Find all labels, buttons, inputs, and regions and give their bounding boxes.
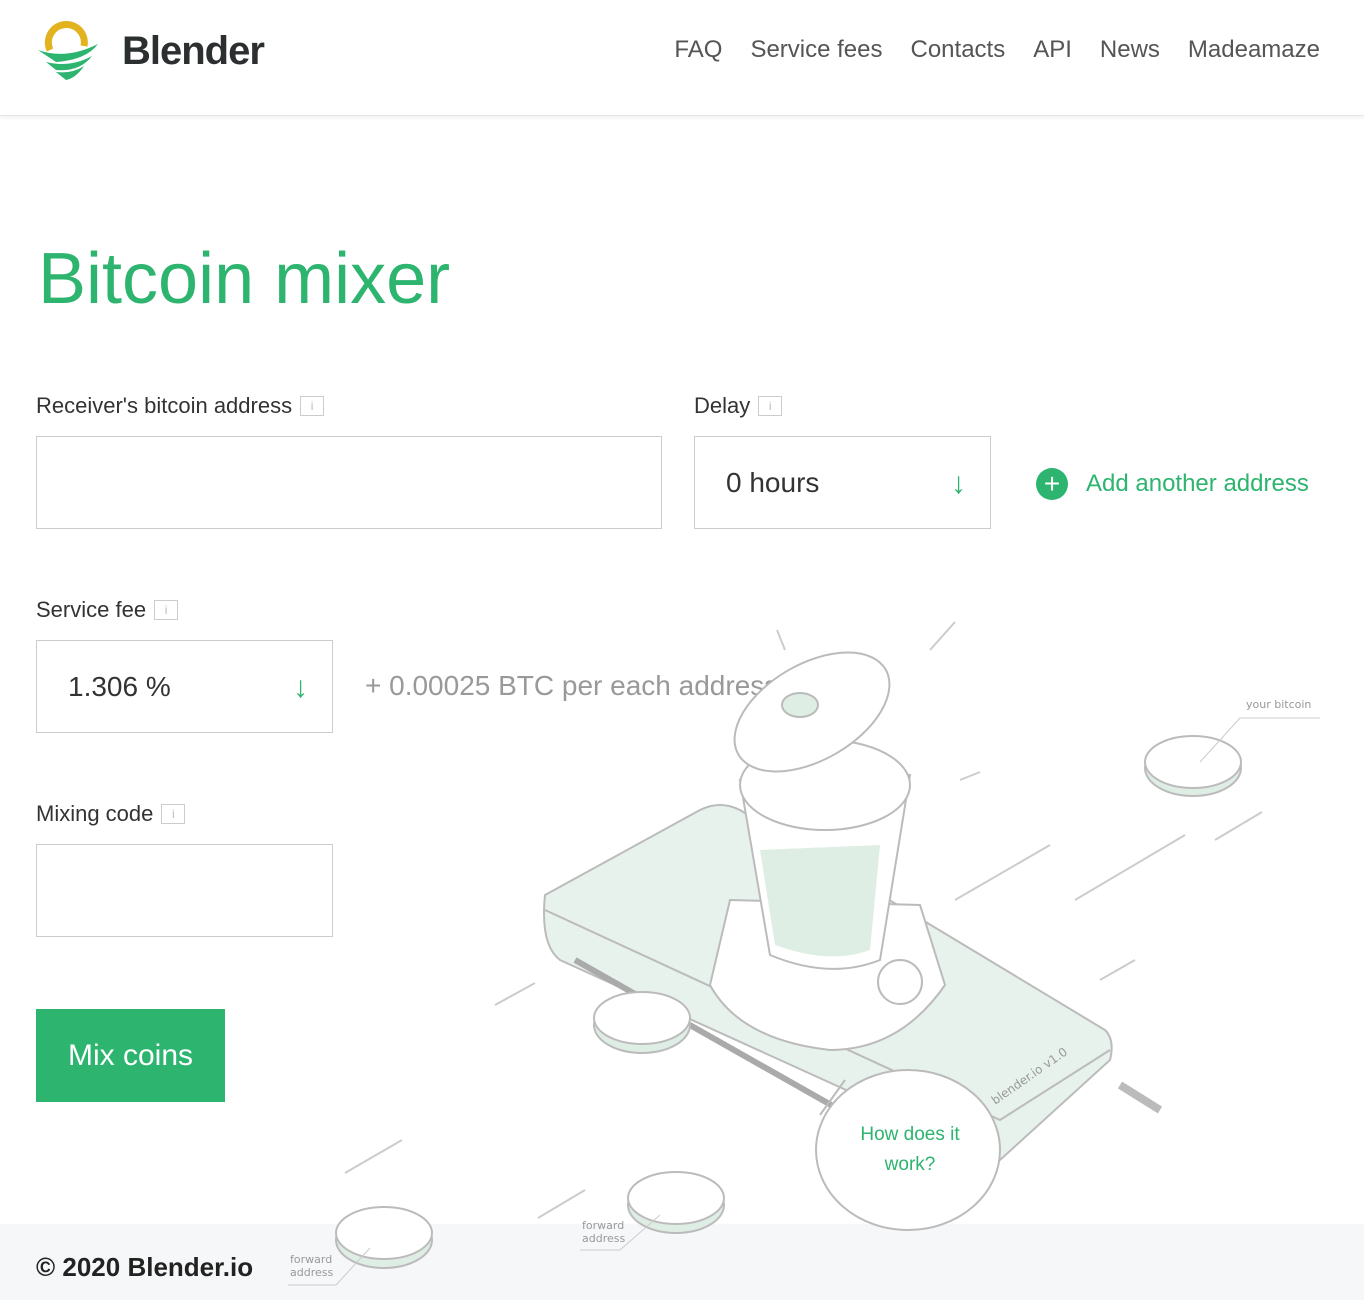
plus-circle-icon: + bbox=[1036, 468, 1068, 500]
main-nav: FAQ Service fees Contacts API News Madea… bbox=[674, 36, 1320, 64]
page-title: Bitcoin mixer bbox=[38, 239, 451, 319]
footer: © 2020 Blender.io bbox=[0, 1224, 1364, 1300]
mixing-code-input[interactable] bbox=[36, 844, 333, 937]
receiver-address-input[interactable] bbox=[36, 436, 662, 529]
fee-select[interactable]: 1.306 % ↓ bbox=[36, 640, 333, 733]
fee-value: 1.306 % bbox=[68, 670, 171, 702]
info-icon[interactable]: i bbox=[161, 804, 186, 824]
nav-news[interactable]: News bbox=[1100, 36, 1160, 64]
fee-label-text: Service fee bbox=[36, 597, 147, 622]
fee-extra-text: + 0.00025 BTC per each address bbox=[365, 670, 779, 701]
nav-madeamaze[interactable]: Madeamaze bbox=[1188, 36, 1320, 64]
code-label: Mixing code i bbox=[36, 801, 186, 827]
tornado-logo-icon bbox=[38, 21, 98, 80]
nav-contacts[interactable]: Contacts bbox=[911, 36, 1006, 64]
receiver-label-text: Receiver's bitcoin address bbox=[36, 393, 293, 418]
delay-select[interactable]: 0 hours ↓ bbox=[694, 436, 991, 529]
info-icon[interactable]: i bbox=[300, 396, 325, 416]
device-label: blender.io v1.0 bbox=[988, 1044, 1070, 1108]
add-address-label: Add another address bbox=[1086, 470, 1309, 497]
nav-api[interactable]: API bbox=[1033, 36, 1072, 64]
header: Blender FAQ Service fees Contacts API Ne… bbox=[0, 0, 1364, 116]
copyright: © 2020 Blender.io bbox=[36, 1252, 254, 1282]
add-address-button[interactable]: + Add another address bbox=[1036, 468, 1309, 500]
nav-faq[interactable]: FAQ bbox=[674, 36, 722, 64]
forward-address-caption-2: forward address bbox=[290, 1253, 334, 1279]
mix-coins-button[interactable]: Mix coins bbox=[36, 1009, 225, 1102]
arrow-down-icon: ↓ bbox=[951, 467, 966, 500]
delay-value: 0 hours bbox=[726, 466, 820, 498]
your-bitcoin-caption: your bitcoin bbox=[1246, 698, 1312, 711]
info-icon[interactable]: i bbox=[758, 396, 783, 416]
receiver-label: Receiver's bitcoin address i bbox=[36, 393, 325, 419]
how-it-works-link[interactable]: How does it work? bbox=[840, 1120, 980, 1180]
fee-label: Service fee i bbox=[36, 597, 179, 623]
logo[interactable]: Blender bbox=[36, 20, 265, 82]
logo-text: Blender bbox=[122, 28, 265, 73]
delay-label: Delay i bbox=[694, 393, 783, 419]
info-icon[interactable]: i bbox=[154, 600, 179, 620]
forward-address-caption: forward address bbox=[582, 1219, 626, 1245]
delay-label-text: Delay bbox=[694, 393, 751, 418]
nav-service-fees[interactable]: Service fees bbox=[750, 36, 882, 64]
arrow-down-icon: ↓ bbox=[293, 671, 308, 704]
code-label-text: Mixing code bbox=[36, 801, 154, 826]
